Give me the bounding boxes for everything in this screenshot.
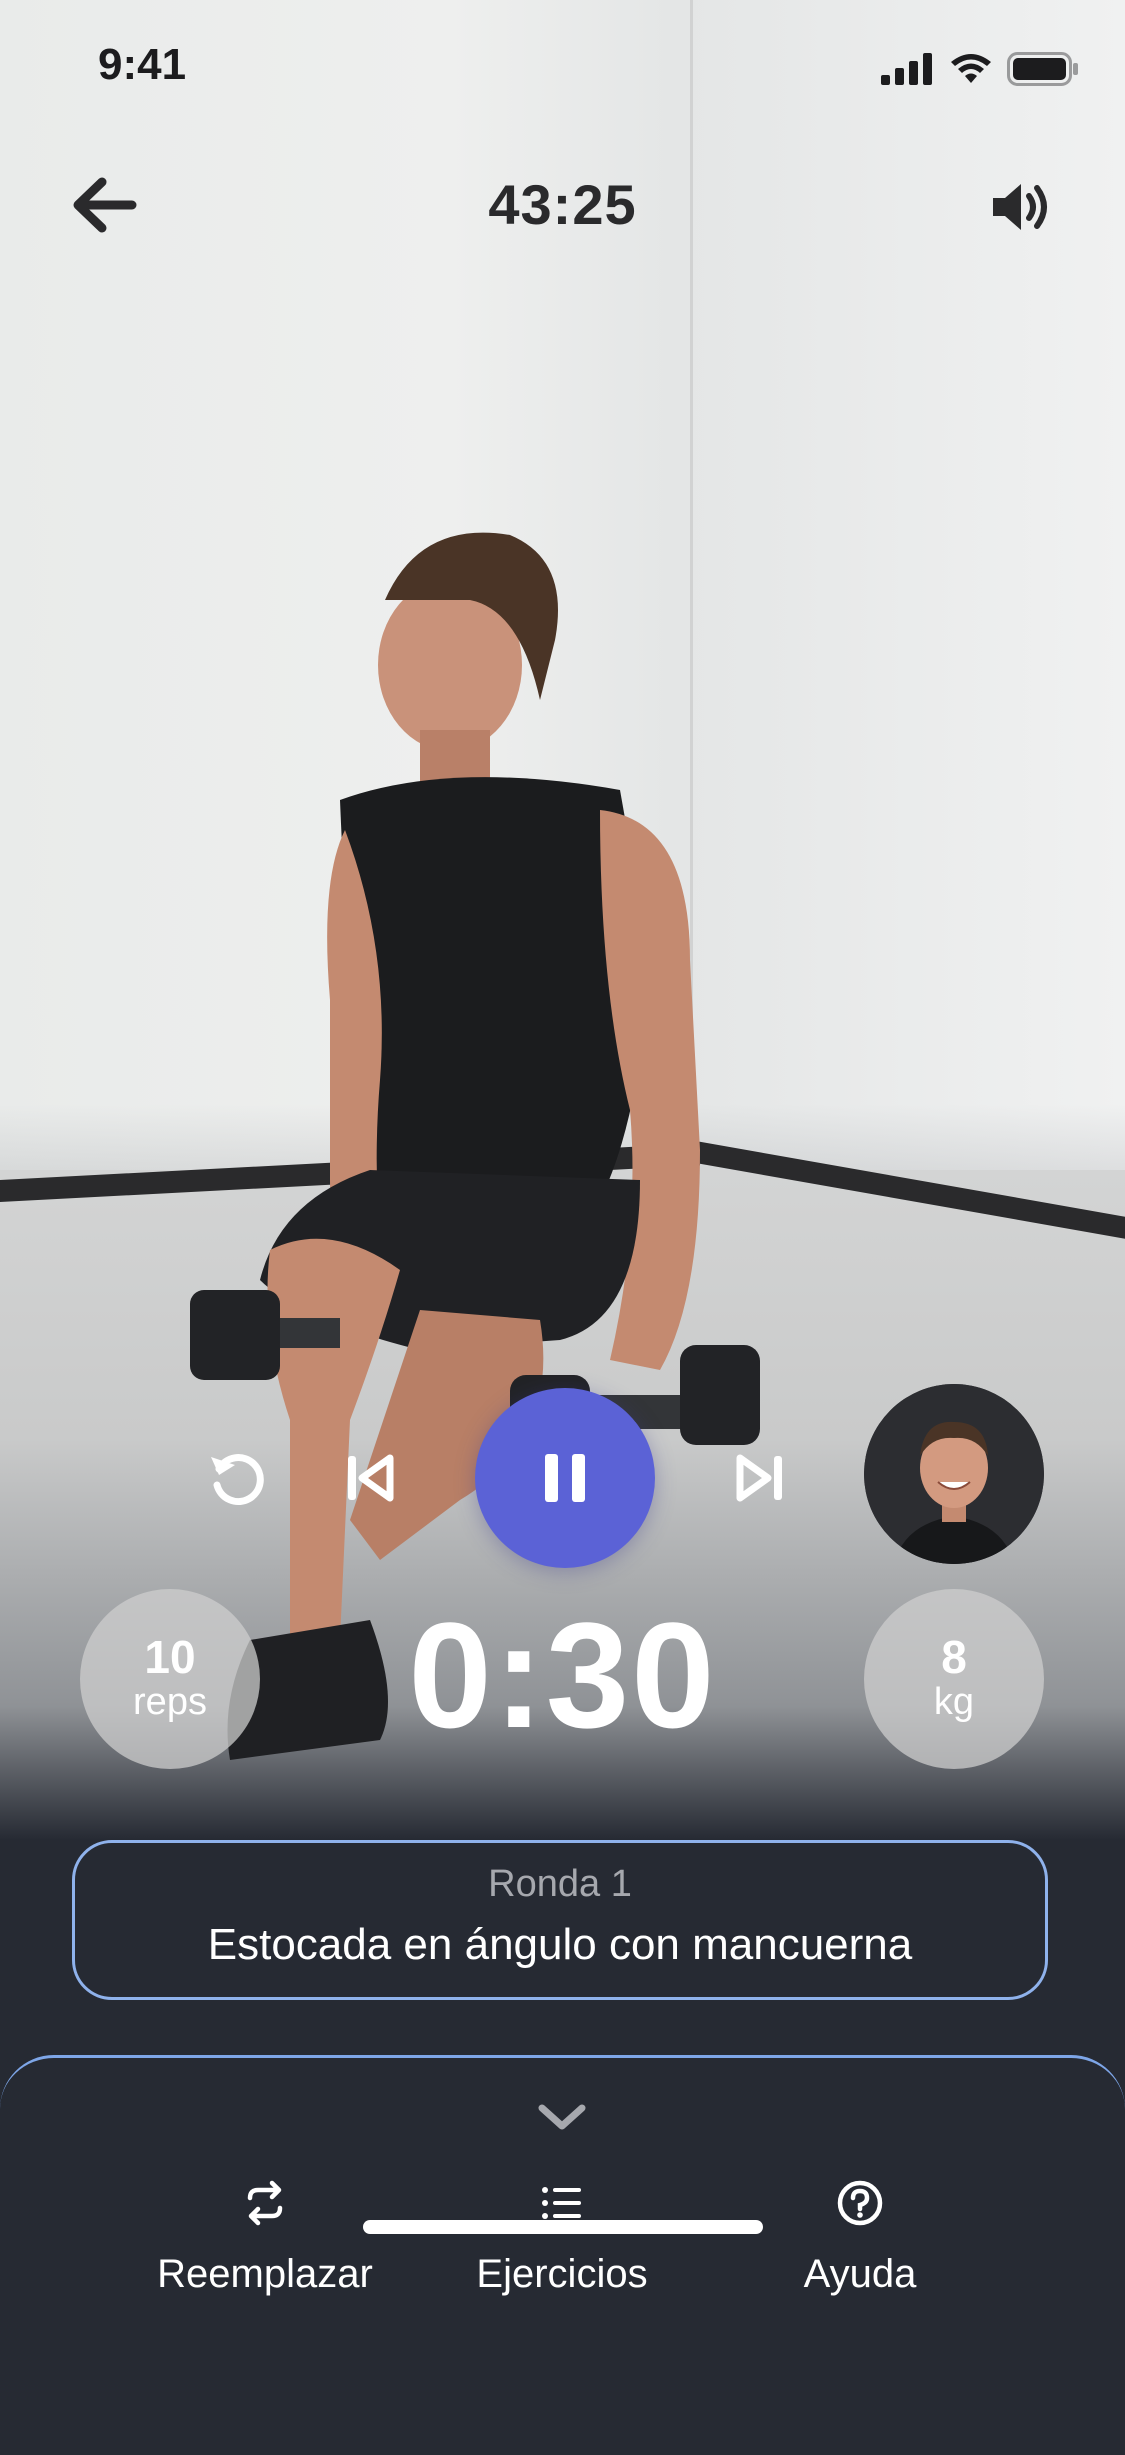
pause-icon	[545, 1454, 585, 1502]
top-nav: 43:25	[0, 150, 1125, 260]
bottom-sheet: Reemplazar Ejercicios Ayuda	[0, 2055, 1125, 2455]
round-label: Ronda 1	[488, 1863, 632, 1905]
speaker-icon	[993, 184, 1047, 230]
coach-avatar[interactable]	[864, 1384, 1044, 1564]
weight-unit: kg	[933, 1681, 975, 1723]
status-time: 9:41	[98, 40, 187, 89]
playback-controls	[0, 1380, 1125, 1570]
weight-value: 8	[941, 1631, 967, 1683]
weight-badge[interactable]: 8 kg	[864, 1589, 1044, 1769]
swap-icon	[247, 2180, 283, 2226]
previous-button[interactable]	[330, 1438, 410, 1518]
exercise-name: Estocada en ángulo con mancuerna	[207, 1920, 913, 1969]
chevron-down-icon[interactable]	[532, 2098, 592, 2138]
help-icon	[837, 2180, 883, 2226]
help-button[interactable]: Ayuda	[710, 2178, 1010, 2297]
help-label: Ayuda	[803, 2252, 917, 2296]
coach-photo	[864, 1384, 1044, 1564]
cellular-signal-icon	[881, 53, 932, 85]
status-icons	[881, 52, 1079, 86]
skip-next-icon	[736, 1454, 782, 1502]
exercises-button[interactable]: Ejercicios	[412, 2178, 712, 2297]
workout-elapsed-time: 43:25	[488, 173, 637, 236]
exercises-label: Ejercicios	[476, 2252, 648, 2296]
replay-icon	[211, 1454, 264, 1505]
exercise-stats: 10 reps 0:30 8 kg	[0, 1585, 1125, 1769]
replace-button[interactable]: Reemplazar	[115, 2178, 415, 2297]
status-bar: 9:41	[0, 0, 1125, 132]
pause-button[interactable]	[475, 1388, 655, 1568]
restart-button[interactable]	[196, 1438, 276, 1518]
battery-icon	[1007, 52, 1078, 86]
sound-button[interactable]	[985, 172, 1055, 242]
replace-label: Reemplazar	[157, 2252, 373, 2296]
skip-previous-icon	[348, 1454, 394, 1502]
home-indicator[interactable]	[363, 2220, 763, 2234]
wifi-icon	[951, 54, 991, 83]
current-exercise-card[interactable]: Ronda 1 Estocada en ángulo con mancuerna	[72, 1840, 1048, 2000]
next-button[interactable]	[720, 1438, 800, 1518]
